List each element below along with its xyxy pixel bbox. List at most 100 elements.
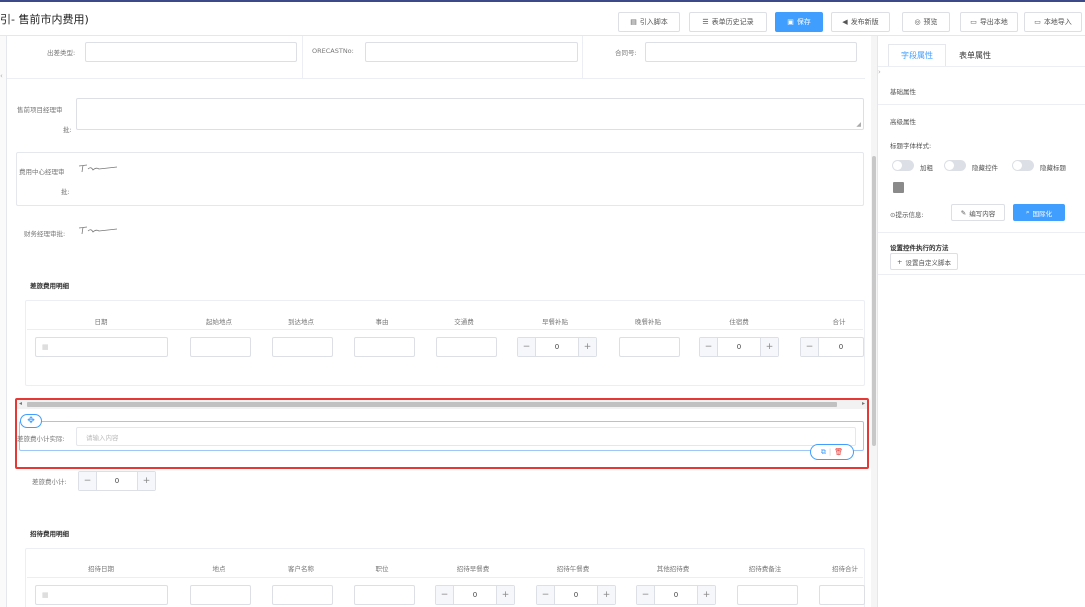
total-stepper[interactable]: −0	[800, 337, 864, 357]
left-collapse-strip[interactable]: ‹	[0, 36, 7, 607]
tab-field-properties[interactable]: 字段属性	[888, 44, 946, 66]
trip-type-input[interactable]	[85, 42, 297, 62]
entertain-other-stepper[interactable]: −0 +	[636, 585, 716, 605]
edit-content-button[interactable]: ✎ 编写内容	[951, 204, 1005, 221]
presales-approval-textarea[interactable]: ◢	[76, 98, 864, 130]
move-handle-icon[interactable]: ✥	[20, 414, 42, 428]
finance-approval-label: 财务经理审批:	[24, 230, 66, 238]
column-header: 事由	[375, 318, 389, 326]
column-header: 住宿费	[729, 318, 749, 326]
plus-icon[interactable]: +	[760, 338, 778, 356]
edit-icon: ✎	[960, 208, 967, 217]
reason-input[interactable]	[354, 337, 415, 357]
entertain-note-input[interactable]	[737, 585, 798, 605]
chevron-right-icon[interactable]: ›	[878, 68, 881, 76]
history-button[interactable]: ☰ 表单历史记录	[689, 12, 767, 32]
divider	[27, 329, 863, 330]
travel-section-title: 差旅费用明细	[30, 282, 69, 290]
minus-icon[interactable]: −	[537, 586, 555, 604]
forecast-input[interactable]	[365, 42, 578, 62]
column-header: 交通费	[454, 318, 474, 326]
bold-label: 加粗	[920, 164, 933, 172]
cost-center-approval-label: 费用中心经理审	[19, 168, 65, 176]
arrival-location-input[interactable]	[272, 337, 333, 357]
minus-icon[interactable]: −	[637, 586, 655, 604]
position-input[interactable]	[354, 585, 415, 605]
plus-icon[interactable]: +	[578, 338, 596, 356]
delete-icon[interactable]: 🗑	[834, 448, 843, 456]
plus-icon[interactable]: +	[137, 472, 155, 490]
minus-icon[interactable]: −	[436, 586, 454, 604]
divider	[878, 274, 1085, 275]
divider	[878, 104, 1085, 105]
hide-control-label: 隐藏控件	[972, 164, 998, 172]
save-icon: ▣	[787, 18, 794, 26]
i18n-button[interactable]: ⌕ 国际化	[1013, 204, 1065, 221]
subtotal-stepper[interactable]: −0 +	[78, 471, 156, 491]
breakfast-stepper[interactable]: −0 +	[517, 337, 597, 357]
form-canvas: 出差类型: ORECASTNo: 合同号: 售前项目经理审 批: ◢ 费用中心经…	[7, 36, 872, 607]
minus-icon[interactable]: −	[518, 338, 536, 356]
transport-fee-input[interactable]	[436, 337, 497, 357]
basic-properties-header[interactable]: 基础属性	[890, 86, 916, 96]
plus-icon[interactable]: +	[697, 586, 715, 604]
column-header: 招待合计	[832, 565, 858, 573]
advanced-properties-header[interactable]: 高级属性	[890, 116, 916, 126]
column-header: 到达地点	[288, 318, 314, 326]
horizontal-scrollbar[interactable]: ◂ ▸	[17, 400, 867, 409]
column-header: 日期	[94, 318, 108, 326]
date-picker[interactable]: ▦	[35, 585, 168, 605]
actual-subtotal-input[interactable]: 请输入内容	[76, 427, 856, 446]
scrollbar-thumb[interactable]	[27, 402, 837, 407]
plus-icon[interactable]: +	[496, 586, 514, 604]
minus-icon[interactable]: −	[79, 472, 97, 490]
eye-icon: ◎	[914, 18, 921, 26]
date-picker[interactable]: ▦	[35, 337, 168, 357]
lodging-stepper[interactable]: −0 +	[699, 337, 779, 357]
location-input[interactable]	[190, 585, 251, 605]
import-local-button[interactable]: ▭ 本地导入	[1024, 12, 1082, 32]
entertain-breakfast-stepper[interactable]: −0 +	[435, 585, 515, 605]
export-local-button[interactable]: ▭ 导出本地	[960, 12, 1018, 32]
scroll-left-icon[interactable]: ◂	[19, 400, 22, 407]
entertain-lunch-stepper[interactable]: −0 +	[536, 585, 616, 605]
column-header: 职位	[375, 565, 389, 573]
hint-label: ⊙提示信息:	[890, 211, 924, 219]
calendar-icon: ▦	[42, 591, 49, 599]
method-title: 设置控件执行的方法	[890, 244, 949, 252]
contract-label: 合同号:	[615, 49, 637, 57]
hide-title-label: 隐藏标题	[1040, 164, 1066, 172]
hide-title-toggle[interactable]	[1012, 160, 1034, 171]
cost-center-approval-label-suffix: 批:	[61, 188, 70, 196]
divider	[7, 78, 865, 79]
bold-toggle[interactable]	[892, 160, 914, 171]
dinner-allowance-input[interactable]	[619, 337, 680, 357]
custom-script-button[interactable]: + 设置自定义脚本	[890, 253, 958, 270]
signature-image	[78, 226, 118, 235]
import-script-button[interactable]: ▤ 引入脚本	[618, 12, 680, 32]
style-checkbox[interactable]	[893, 182, 904, 193]
tab-form-properties[interactable]: 表单属性	[946, 44, 1004, 66]
contract-input[interactable]	[645, 42, 857, 62]
start-location-input[interactable]	[190, 337, 251, 357]
hide-control-toggle[interactable]	[944, 160, 966, 171]
column-header: 招待费备注	[748, 565, 782, 573]
column-header: 招待日期	[88, 565, 114, 573]
scroll-right-icon[interactable]: ▸	[862, 400, 865, 407]
publish-button[interactable]: ◀ 发布新版	[831, 12, 890, 32]
preview-button[interactable]: ◎ 预览	[902, 12, 950, 32]
resize-handle-icon[interactable]: ◢	[856, 121, 861, 128]
customer-name-input[interactable]	[272, 585, 333, 605]
column-header: 起始地点	[206, 318, 232, 326]
divider	[878, 66, 1085, 67]
scrollbar-thumb[interactable]	[872, 156, 876, 446]
copy-icon[interactable]: ⧉	[821, 448, 826, 457]
plus-icon[interactable]: +	[597, 586, 615, 604]
entertain-total-input[interactable]	[819, 585, 865, 605]
entertainment-section-title: 招待费用明细	[30, 530, 69, 538]
minus-icon[interactable]: −	[801, 338, 819, 356]
save-button[interactable]: ▣ 保存	[775, 12, 823, 32]
minus-icon[interactable]: −	[700, 338, 718, 356]
column-header: 其他招待费	[656, 565, 690, 573]
column-header: 招待早餐费	[456, 565, 490, 573]
